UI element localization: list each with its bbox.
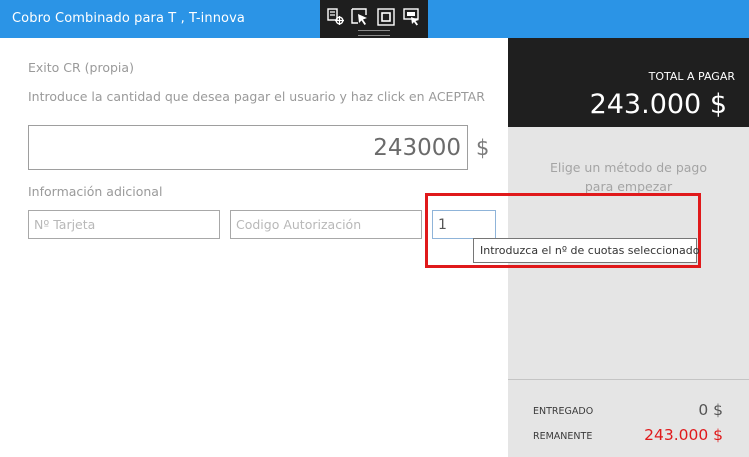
auth-code-input[interactable]: [230, 210, 422, 239]
total-panel: TOTAL A PAGAR 243.000 $: [508, 38, 749, 127]
additional-info-label: Información adicional: [28, 184, 163, 199]
track-focus-icon[interactable]: [402, 7, 422, 27]
remaining-value: 243.000 $: [644, 426, 723, 444]
amount-value: 243000: [373, 135, 461, 161]
delivered-label: ENTREGADO: [533, 406, 594, 417]
toolbar-grip[interactable]: [358, 30, 390, 36]
summary-divider: [508, 379, 749, 380]
debug-toolbar: [320, 0, 428, 38]
instructions-text: Introduce la cantidad que desea pagar el…: [28, 89, 485, 104]
live-visual-tree-icon[interactable]: [326, 7, 346, 27]
select-element-icon[interactable]: [350, 7, 370, 27]
payment-method-hint: Elige un método de pago para empezar: [508, 158, 749, 196]
installments-tooltip: Introduzca el nº de cuotas seleccionado: [473, 238, 699, 263]
amount-field[interactable]: 243000: [28, 125, 468, 170]
payment-method-hint-line1: Elige un método de pago: [549, 160, 707, 175]
display-layout-adorners-icon[interactable]: [376, 7, 396, 27]
remaining-label: REMANENTE: [533, 431, 593, 442]
payment-method-name: Exito CR (propia): [28, 60, 134, 75]
total-label: TOTAL A PAGAR: [648, 70, 735, 83]
window-title: Cobro Combinado para T , T-innova: [12, 11, 245, 26]
card-number-input[interactable]: [28, 210, 220, 239]
currency-symbol: $: [476, 136, 490, 160]
delivered-value: 0 $: [698, 401, 723, 419]
total-value: 243.000 $: [589, 89, 727, 120]
